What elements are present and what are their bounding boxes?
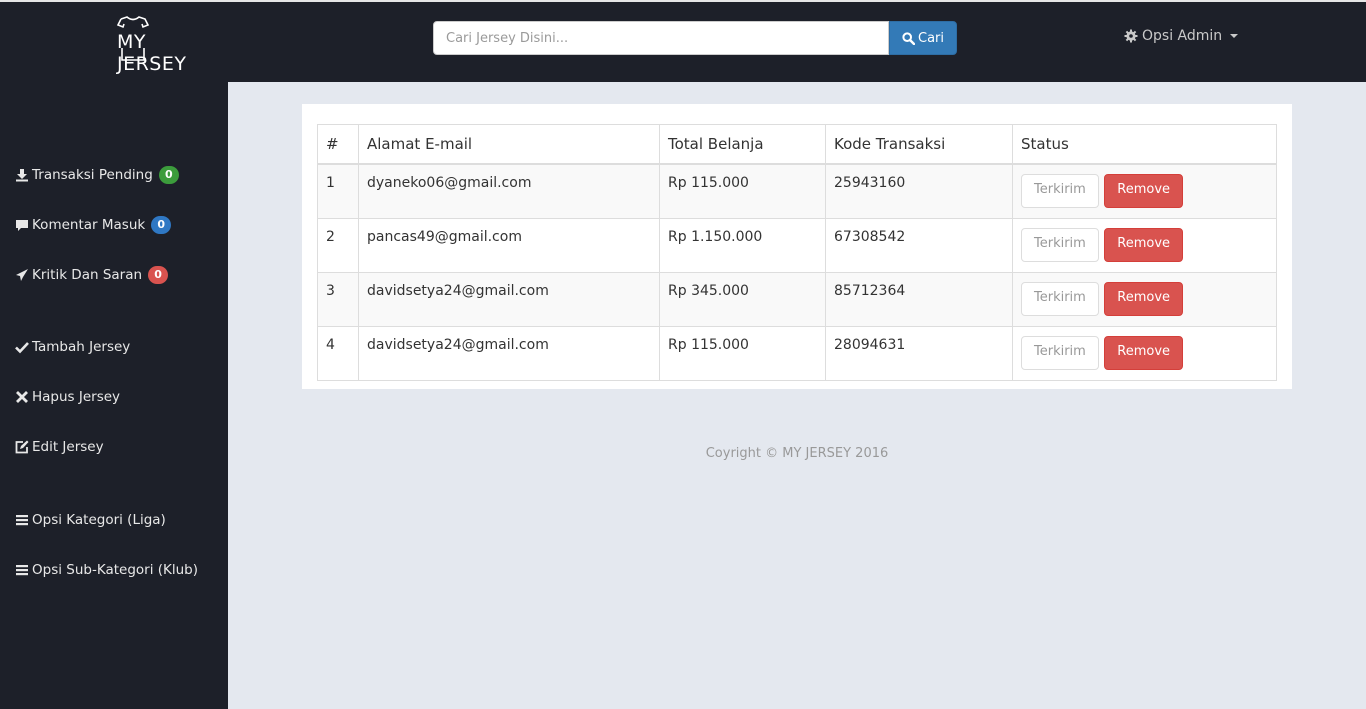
table-row: 2 pancas49@gmail.com Rp 1.150.000 673085…: [317, 218, 1277, 273]
search-button[interactable]: Cari: [889, 21, 957, 55]
row-email: dyaneko06@gmail.com: [358, 163, 660, 219]
check-icon: [15, 340, 29, 354]
row-kode: 67308542: [825, 218, 1013, 273]
pending-count-badge: 0: [158, 166, 179, 184]
list-icon: [15, 563, 29, 577]
table-row: 1 dyaneko06@gmail.com Rp 115.000 2594316…: [317, 163, 1277, 219]
table-row: 4 davidsetya24@gmail.com Rp 115.000 2809…: [317, 326, 1277, 381]
sidebar-item-label: Opsi Sub-Kategori (Klub): [32, 562, 199, 578]
search-input[interactable]: [433, 21, 889, 55]
table-row: 3 davidsetya24@gmail.com Rp 345.000 8571…: [317, 272, 1277, 327]
row-total: Rp 115.000: [659, 163, 826, 219]
sidebar-item-tambah-jersey[interactable]: Tambah Jersey: [15, 339, 130, 355]
table-header-row: # Alamat E-mail Total Belanja Kode Trans…: [317, 124, 1277, 165]
sidebar-item-opsi-sub-kategori[interactable]: Opsi Sub-Kategori (Klub): [15, 562, 198, 578]
row-number: 3: [317, 272, 359, 327]
column-header-total: Total Belanja: [659, 124, 826, 165]
sidebar-item-label: Edit Jersey: [32, 439, 104, 455]
remove-button[interactable]: Remove: [1104, 228, 1184, 262]
caret-down-icon: [1230, 34, 1239, 38]
sidebar-item-label: Hapus Jersey: [32, 389, 121, 405]
search-icon: [902, 31, 915, 45]
row-email: davidsetya24@gmail.com: [358, 272, 660, 327]
times-icon: [15, 390, 29, 404]
gear-icon: [1124, 29, 1138, 43]
brand-logo[interactable]: MY JERSEY: [112, 16, 222, 75]
row-status: Terkirim Remove: [1012, 272, 1277, 327]
sidebar-item-label: Komentar Masuk: [32, 217, 146, 233]
row-total: Rp 1.150.000: [659, 218, 826, 273]
edit-icon: [15, 440, 29, 454]
remove-button[interactable]: Remove: [1104, 282, 1184, 316]
column-header-email: Alamat E-mail: [358, 124, 660, 165]
download-icon: [15, 168, 29, 182]
row-total: Rp 115.000: [659, 326, 826, 381]
footer-copyright: Coyright © MY JERSEY 2016: [705, 446, 889, 461]
row-kode: 25943160: [825, 163, 1013, 219]
row-number: 4: [317, 326, 359, 381]
row-email: pancas49@gmail.com: [358, 218, 660, 273]
column-header-kode: Kode Transaksi: [825, 124, 1013, 165]
remove-button[interactable]: Remove: [1104, 336, 1184, 370]
sidebar-item-label: Tambah Jersey: [32, 339, 131, 355]
column-header-number: #: [317, 124, 359, 165]
terkirim-button[interactable]: Terkirim: [1021, 228, 1099, 262]
admin-dropdown[interactable]: Opsi Admin: [1124, 28, 1239, 44]
column-header-status: Status: [1012, 124, 1277, 165]
row-kode: 28094631: [825, 326, 1013, 381]
sidebar-item-hapus-jersey[interactable]: Hapus Jersey: [15, 389, 120, 405]
row-number: 2: [317, 218, 359, 273]
sidebar-item-opsi-kategori[interactable]: Opsi Kategori (Liga): [15, 512, 166, 528]
search-button-label: Cari: [918, 30, 944, 46]
sidebar-item-transaksi-pending[interactable]: Transaksi Pending 0: [15, 166, 179, 184]
row-status: Terkirim Remove: [1012, 326, 1277, 381]
top-navbar: MY JERSEY Cari Opsi Admin: [0, 0, 1366, 82]
row-status: Terkirim Remove: [1012, 163, 1277, 219]
terkirim-button[interactable]: Terkirim: [1021, 336, 1099, 370]
list-icon: [15, 513, 29, 527]
sidebar-item-komentar-masuk[interactable]: Komentar Masuk 0: [15, 216, 172, 234]
sidebar-item-label: Opsi Kategori (Liga): [32, 512, 166, 528]
sidebar: Transaksi Pending 0 Komentar Masuk 0 Kri…: [0, 82, 228, 709]
row-email: davidsetya24@gmail.com: [358, 326, 660, 381]
sidebar-item-edit-jersey[interactable]: Edit Jersey: [15, 439, 104, 455]
row-kode: 85712364: [825, 272, 1013, 327]
brand-text: MY JERSEY: [117, 31, 187, 75]
terkirim-button[interactable]: Terkirim: [1021, 282, 1099, 316]
row-total: Rp 345.000: [659, 272, 826, 327]
sidebar-item-label: Transaksi Pending: [32, 167, 153, 183]
feedback-count-badge: 0: [148, 266, 169, 284]
sidebar-item-label: Kritik Dan Saran: [32, 267, 143, 283]
transactions-table: # Alamat E-mail Total Belanja Kode Trans…: [317, 124, 1277, 381]
terkirim-button[interactable]: Terkirim: [1021, 174, 1099, 208]
comment-count-badge: 0: [151, 216, 172, 234]
sidebar-item-kritik-saran[interactable]: Kritik Dan Saran 0: [15, 266, 169, 284]
paper-plane-icon: [15, 268, 29, 282]
search-form: Cari: [433, 21, 957, 55]
admin-dropdown-label: Opsi Admin: [1142, 28, 1223, 44]
transactions-panel: # Alamat E-mail Total Belanja Kode Trans…: [302, 104, 1292, 389]
comment-icon: [15, 218, 29, 232]
row-status: Terkirim Remove: [1012, 218, 1277, 273]
remove-button[interactable]: Remove: [1104, 174, 1184, 208]
row-number: 1: [317, 163, 359, 219]
